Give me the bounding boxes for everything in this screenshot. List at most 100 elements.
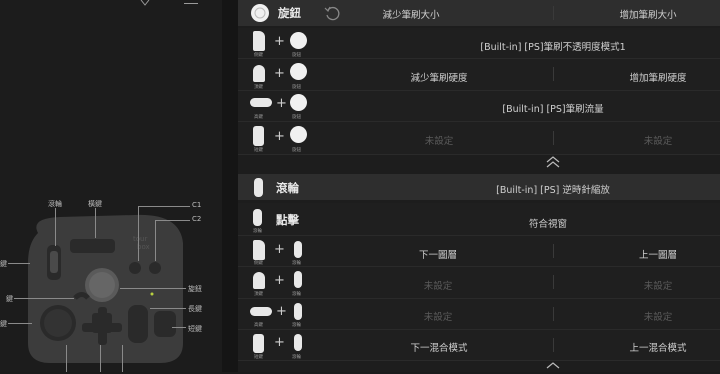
device-panel: tour box 滾輪 橫鍵 C1 C2 旋鈕 長鍵 短鍵 鍵 鍵 鍵	[0, 0, 222, 372]
dial-header[interactable]: 旋鈕 減少筆刷大小 增加筆刷大小	[238, 0, 720, 26]
action-right[interactable]: 未設定	[644, 133, 673, 147]
scroll-wheel-icon	[254, 178, 263, 197]
dial-header-right-action[interactable]: 增加筆刷大小	[619, 7, 676, 21]
scroll-wheel-icon	[253, 209, 262, 226]
action-label[interactable]: [Built-in] [PS]筆刷不透明度模式1	[480, 39, 625, 53]
top-key-icon	[253, 65, 265, 82]
key-caption: 側鍵	[254, 53, 263, 58]
key-caption: 高鍵	[254, 115, 263, 120]
label-long: 長鍵	[188, 305, 202, 313]
label-c2: C2	[192, 215, 202, 223]
plus-icon: +	[274, 335, 285, 350]
column-separator	[553, 67, 554, 81]
callout-line	[155, 220, 190, 221]
action-left[interactable]: 未設定	[424, 278, 453, 292]
action-right[interactable]: 上一圖層	[639, 247, 677, 261]
collapse-chevron-icon[interactable]	[542, 156, 564, 168]
scroll-wheel-icon	[294, 334, 302, 351]
scroll-click-row[interactable]: 滾輪 點擊 符合視窗	[238, 203, 720, 236]
key-caption: 頂鍵	[254, 85, 263, 90]
key-caption: 滾輪	[292, 323, 301, 328]
plus-icon: +	[274, 66, 285, 81]
callout-line	[138, 206, 190, 207]
scroll-combo-row[interactable]: 高鍵 + 滾輪 未設定 未設定	[238, 299, 720, 330]
callout-line	[55, 208, 56, 246]
callout-line	[95, 208, 96, 238]
label-short: 短鍵	[188, 325, 202, 333]
short-key-icon	[253, 334, 264, 353]
callout-line	[100, 345, 101, 372]
column-separator	[553, 131, 554, 145]
callout-line	[138, 206, 139, 261]
key-caption: 短鍵	[254, 355, 263, 360]
column-separator	[553, 6, 554, 20]
label-left2: 鍵	[6, 295, 13, 303]
column-separator	[553, 244, 554, 258]
key-caption: 滾輪	[292, 261, 301, 266]
action-left[interactable]: 未設定	[424, 309, 453, 323]
action-left[interactable]: 下一混合模式	[410, 340, 467, 354]
scroll-title: 滾輪	[276, 181, 299, 195]
action-label[interactable]: [Built-in] [PS]筆刷流量	[502, 101, 603, 115]
key-caption: 短鍵	[254, 148, 263, 153]
key-caption: 滾輪	[292, 292, 301, 297]
tourbox-device: tour box	[28, 214, 183, 363]
column-separator	[553, 307, 554, 321]
key-caption: 旋鈕	[292, 148, 301, 153]
callout-line	[66, 345, 67, 372]
action-label[interactable]: 符合視窗	[529, 216, 567, 230]
dial-icon	[290, 94, 307, 111]
reset-icon[interactable]	[324, 5, 340, 21]
label-left1: 鍵	[0, 260, 7, 268]
plus-icon: +	[276, 96, 287, 111]
scroll-wheel-icon	[294, 271, 302, 288]
top-key-icon	[253, 272, 265, 289]
callout-line	[14, 298, 74, 299]
scroll-combo-row[interactable]: 側鍵 + 滾輪 下一圖層 上一圖層	[238, 236, 720, 267]
scroll-header[interactable]: 滾輪 [Built-in] [PS] 逆時針縮放	[238, 174, 720, 200]
menu-icon[interactable]	[184, 3, 198, 4]
key-caption: 側鍵	[254, 261, 263, 266]
action-right[interactable]: 上一混合模式	[629, 340, 686, 354]
label-dial: 旋鈕	[188, 285, 202, 293]
scroll-wheel-icon	[294, 241, 302, 258]
pin-icon[interactable]	[140, 0, 150, 6]
svg-text:tour: tour	[133, 235, 147, 243]
key-caption: 滾輪	[253, 229, 262, 234]
dial-combo-row[interactable]: 高鍵 + 旋鈕 [Built-in] [PS]筆刷流量	[238, 91, 720, 122]
collapse-chevron-icon[interactable]	[542, 362, 564, 374]
action-right[interactable]: 增加筆刷硬度	[629, 70, 686, 84]
dial-icon	[251, 4, 269, 22]
dial-combo-row[interactable]: 頂鍵 + 旋鈕 減少筆刷硬度 增加筆刷硬度	[238, 59, 720, 91]
tall-key-icon	[250, 307, 272, 316]
callout-line	[155, 220, 156, 261]
action-right[interactable]: 未設定	[644, 278, 673, 292]
plus-icon: +	[274, 242, 285, 257]
action-left[interactable]: 未設定	[425, 133, 454, 147]
dial-icon	[290, 126, 307, 143]
label-c1: C1	[192, 201, 202, 209]
short-key-icon	[253, 126, 264, 146]
plus-icon: +	[274, 129, 285, 144]
action-left[interactable]: 下一圖層	[419, 247, 457, 261]
scroll-combo-row[interactable]: 短鍵 + 滾輪 下一混合模式 上一混合模式	[238, 330, 720, 361]
dial-combo-row[interactable]: 側鍵 + 旋鈕 [Built-in] [PS]筆刷不透明度模式1	[238, 28, 720, 59]
callout-line	[8, 323, 32, 324]
key-caption: 滾輪	[292, 355, 301, 360]
key-caption: 高鍵	[254, 323, 263, 328]
label-left3: 鍵	[0, 320, 7, 328]
dial-title: 旋鈕	[278, 6, 301, 20]
key-caption: 旋鈕	[292, 115, 301, 120]
plus-icon: +	[274, 273, 285, 288]
column-separator	[553, 338, 554, 352]
scroll-header-action[interactable]: [Built-in] [PS] 逆時針縮放	[496, 182, 610, 196]
dial-icon	[290, 32, 307, 49]
scroll-wheel-icon	[294, 303, 302, 320]
action-right[interactable]: 未設定	[644, 309, 673, 323]
callout-line	[8, 263, 30, 264]
dial-header-left-action[interactable]: 減少筆刷大小	[382, 7, 439, 21]
action-left[interactable]: 減少筆刷硬度	[410, 70, 467, 84]
scroll-combo-row[interactable]: 頂鍵 + 滾輪 未設定 未設定	[238, 267, 720, 299]
dial-combo-row[interactable]: 短鍵 + 旋鈕 未設定 未設定	[238, 122, 720, 155]
callout-line	[120, 288, 186, 289]
